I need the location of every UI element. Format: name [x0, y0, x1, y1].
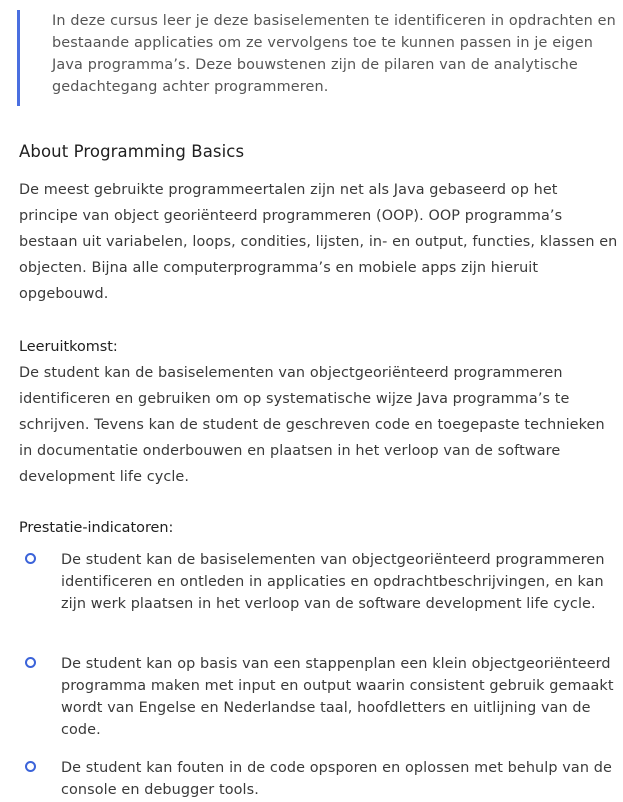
indicator-text: De student kan fouten in de code opspore… — [61, 760, 612, 798]
intro-quote-text: In deze cursus leer je deze basiselement… — [52, 13, 616, 95]
indicator-text: De student kan op basis van een stappenp… — [61, 656, 614, 738]
learning-outcome-text: De student kan de basiselementen van obj… — [19, 365, 605, 485]
section-title-about: About Programming Basics — [19, 142, 245, 161]
about-description: De meest gebruikte programmeertalen zijn… — [19, 182, 618, 302]
intro-blockquote: In deze cursus leer je deze basiselement… — [17, 10, 617, 106]
circle-bullet-icon — [25, 761, 36, 772]
circle-bullet-icon — [25, 657, 36, 668]
indicators-label: Prestatie-indicatoren: — [19, 520, 174, 536]
indicator-text: De student kan de basiselementen van obj… — [61, 552, 605, 612]
learning-outcome-label: Leeruitkomst: — [19, 339, 118, 355]
circle-bullet-icon — [25, 553, 36, 564]
